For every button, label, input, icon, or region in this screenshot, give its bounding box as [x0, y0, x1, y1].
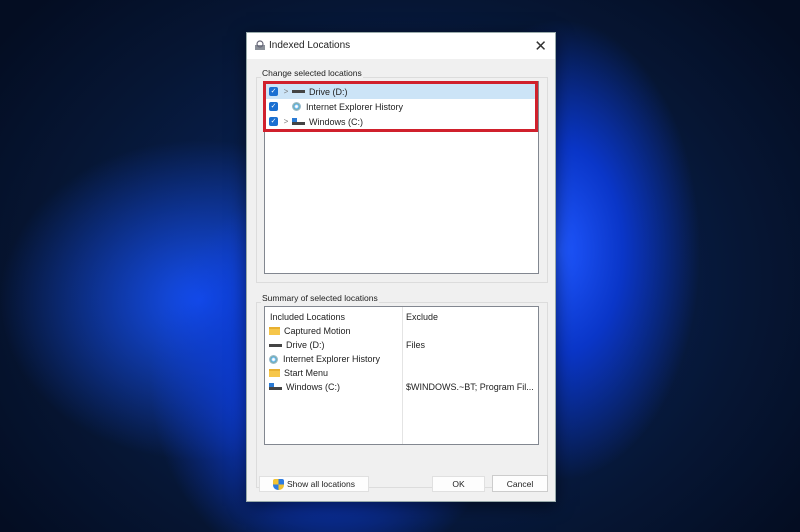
windows-drive-icon — [269, 383, 282, 391]
col-header-exclude: Exclude — [406, 312, 438, 322]
indexing-icon — [254, 40, 266, 51]
internet-explorer-icon — [269, 355, 278, 364]
location-name: Windows (C:) — [286, 382, 340, 392]
button-label: Show all locations — [287, 479, 355, 489]
highlight-box — [263, 81, 538, 132]
location-name: Captured Motion — [284, 326, 351, 336]
drive-icon — [269, 344, 282, 347]
location-name: Drive (D:) — [286, 340, 325, 350]
folder-icon — [269, 369, 280, 377]
summary-row: Windows (C:) — [269, 380, 340, 394]
summary-row: Internet Explorer History — [269, 352, 380, 366]
column-divider — [402, 307, 403, 444]
folder-icon — [269, 327, 280, 335]
col-header-included: Included Locations — [270, 312, 345, 322]
ok-button[interactable]: OK — [432, 476, 485, 492]
summary-list[interactable]: Included Locations Exclude Captured Moti… — [264, 306, 539, 445]
show-all-locations-button[interactable]: Show all locations — [259, 476, 369, 492]
indexed-locations-dialog: Indexed Locations ✕ Change selected loca… — [246, 32, 556, 502]
summary-label: Summary of selected locations — [261, 293, 379, 303]
close-button[interactable]: ✕ — [534, 37, 547, 55]
location-name: Start Menu — [284, 368, 328, 378]
cancel-button[interactable]: Cancel — [492, 475, 548, 492]
exclude-value: $WINDOWS.~BT; Program Fil... — [406, 380, 534, 394]
title-bar: Indexed Locations ✕ — [247, 33, 555, 59]
summary-row: Start Menu — [269, 366, 328, 380]
change-locations-label: Change selected locations — [261, 68, 363, 78]
shield-icon — [273, 479, 284, 490]
summary-row: Captured Motion — [269, 324, 351, 338]
summary-row: Drive (D:) — [269, 338, 325, 352]
dialog-title: Indexed Locations — [269, 40, 350, 51]
location-name: Internet Explorer History — [283, 354, 380, 364]
exclude-value: Files — [406, 338, 425, 352]
